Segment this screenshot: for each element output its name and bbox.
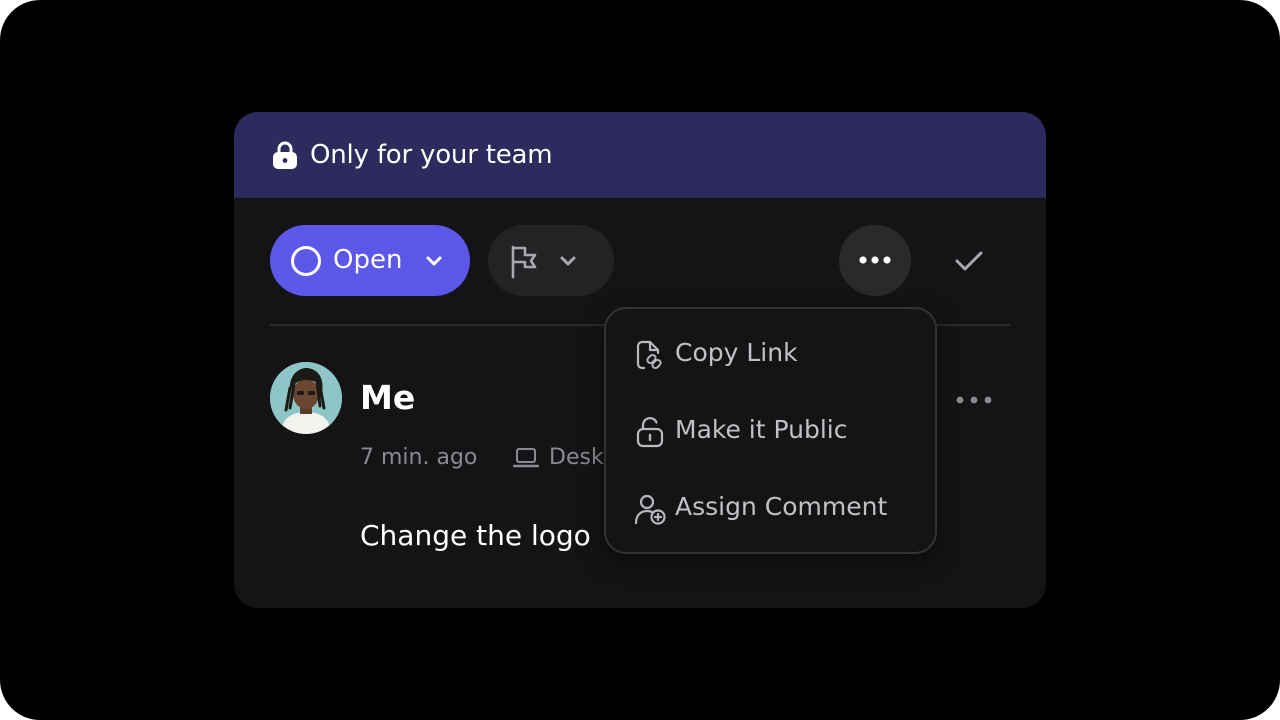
visibility-label: Only for your team — [310, 140, 553, 170]
menu-item-label: Assign Comment — [675, 492, 888, 521]
comment-timestamp: 7 min. ago — [360, 445, 478, 470]
status-label: Open — [333, 245, 403, 275]
circle-outline-icon — [291, 246, 321, 276]
options-menu: Copy Link Make it Public Assign Comment — [604, 307, 937, 554]
laptop-icon — [513, 448, 539, 468]
comment-body: Change the logo — [360, 519, 591, 552]
more-options-button[interactable] — [839, 225, 911, 296]
menu-item-label: Copy Link — [675, 338, 798, 367]
avatar-image — [270, 362, 342, 434]
comment-device: Desk — [549, 445, 604, 470]
flag-icon — [511, 245, 537, 279]
link-icon — [636, 340, 662, 370]
priority-dropdown-button[interactable] — [488, 225, 614, 296]
status-dropdown-button[interactable]: Open — [270, 225, 470, 296]
menu-item-assign-comment[interactable]: Assign Comment — [606, 478, 935, 538]
more-horizontal-icon[interactable] — [952, 388, 996, 412]
lock-icon — [273, 141, 297, 169]
menu-item-make-public[interactable]: Make it Public — [606, 401, 935, 461]
screen: Only for your team Open Me 7 min. ago De… — [0, 0, 1280, 720]
chevron-down-icon — [560, 256, 576, 266]
chevron-down-icon — [426, 256, 442, 266]
unlock-icon — [636, 417, 664, 448]
check-icon[interactable] — [946, 238, 992, 284]
menu-item-copy-link[interactable]: Copy Link — [606, 324, 935, 384]
user-plus-icon — [634, 494, 666, 525]
menu-item-label: Make it Public — [675, 415, 848, 444]
avatar — [270, 362, 342, 434]
comment-author: Me — [360, 378, 416, 417]
visibility-banner: Only for your team — [234, 112, 1046, 198]
more-horizontal-icon — [859, 256, 891, 264]
